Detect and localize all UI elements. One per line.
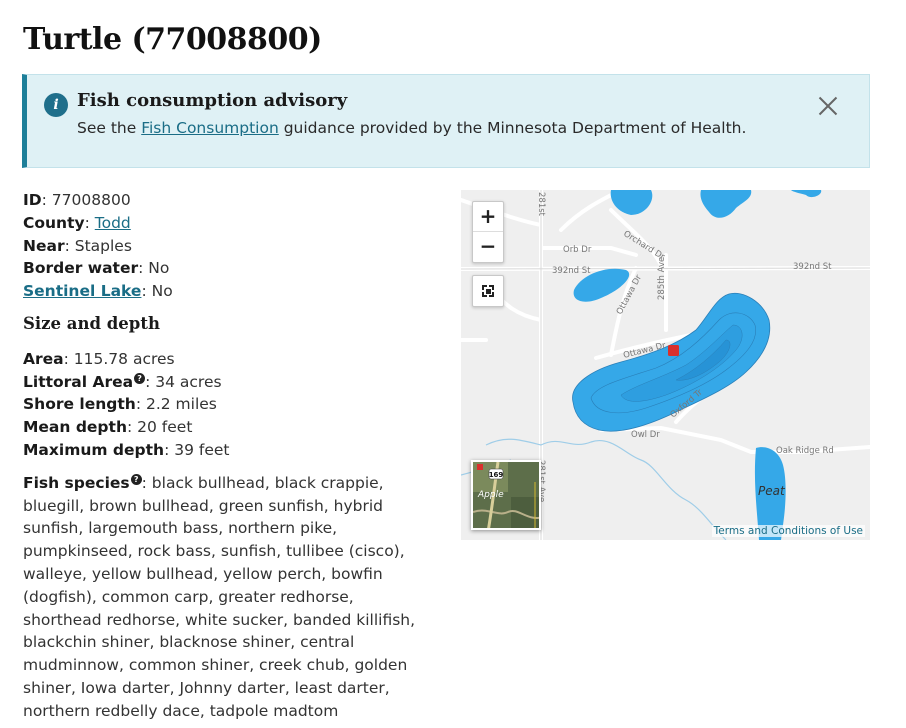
id-label: ID [23,191,42,209]
max-depth-label: Maximum depth [23,440,165,459]
sentinel-lake-link[interactable]: Sentinel Lake [23,282,141,300]
road-label-285th: 285th Ave [657,257,667,300]
id-value: 77008800 [51,191,131,209]
fullscreen-icon[interactable] [472,275,504,307]
fish-consumption-link[interactable]: Fish Consumption [141,119,279,137]
id-row: ID: 77008800 [23,191,131,209]
satellite-minimap[interactable]: 169 Apple [471,460,541,530]
county-row: County: Todd [23,213,131,232]
road-label-281st-top: 281st [536,192,546,217]
mean-depth-row: Mean depth: 20 feet [23,418,193,437]
fish-species: Fish species?: black bullhead, black cra… [23,473,416,720]
close-icon[interactable] [815,93,841,119]
alert-text-before: See the [77,119,142,137]
littoral-row: Littoral Area?: 34 acres [23,372,222,391]
mean-depth-label: Mean depth [23,418,127,437]
max-depth-row: Maximum depth: 39 feet [23,440,230,459]
shore-row: Shore length: 2.2 miles [23,395,217,414]
public-access-icon[interactable] [668,345,679,356]
area-row: Area: 115.78 acres [23,349,175,368]
lake-details: ID: 77008800 County: Todd Near: Staples … [23,189,443,723]
page-title: Turtle (77008800) [23,22,322,57]
road-label-392-left: 392nd St [552,266,591,276]
road-label-392-right: 392nd St [793,262,832,272]
minimap-highway-shield: 169 [489,471,504,479]
county-link[interactable]: Todd [95,214,131,232]
alert-text-after: guidance provided by the Minnesota Depar… [278,119,747,137]
mean-depth-value: 20 feet [137,418,193,437]
littoral-label: Littoral Area [23,372,134,391]
area-label: Area [23,349,64,368]
fish-species-value: black bullhead, black crappie, bluegill,… [23,473,416,720]
fish-advisory-alert: i Fish consumption advisory See the Fish… [22,74,870,168]
lake-label-peat: Peat [758,484,786,498]
littoral-value: 34 acres [155,372,222,391]
zoom-control: + − [472,201,504,263]
size-depth-heading: Size and depth [23,313,160,333]
border-value: No [148,259,170,278]
road-label-orb: Orb Dr [563,245,592,255]
road-label-oak-ridge: Oak Ridge Rd [776,446,834,456]
terms-link[interactable]: Terms and Conditions of Use [711,525,865,537]
sentinel-row: Sentinel Lake: No [23,282,173,301]
alert-title: Fish consumption advisory [77,90,348,111]
alert-text: See the Fish Consumption guidance provid… [77,119,746,137]
help-icon[interactable]: ? [134,372,146,384]
near-label: Near [23,236,65,255]
border-label: Border water [23,259,139,278]
road-label-owl: Owl Dr [631,430,660,440]
info-icon: i [44,93,68,117]
zoom-out-button[interactable]: − [473,232,503,262]
near-value: Staples [74,236,132,255]
help-icon[interactable]: ? [130,473,142,485]
minimap-label: Apple [477,490,504,500]
shore-value: 2.2 miles [145,395,217,414]
near-row: Near: Staples [23,236,132,255]
border-row: Border water: No [23,259,170,278]
county-label: County [23,213,85,232]
shore-label: Shore length [23,395,136,414]
area-value: 115.78 acres [73,349,175,368]
zoom-in-button[interactable]: + [473,202,503,232]
sentinel-value: No [151,282,173,301]
fish-species-label: Fish species [23,473,130,492]
lake-map[interactable]: Orb Dr Orchard Dr 392nd St 392nd St Otta… [461,190,870,540]
max-depth-value: 39 feet [174,440,230,459]
